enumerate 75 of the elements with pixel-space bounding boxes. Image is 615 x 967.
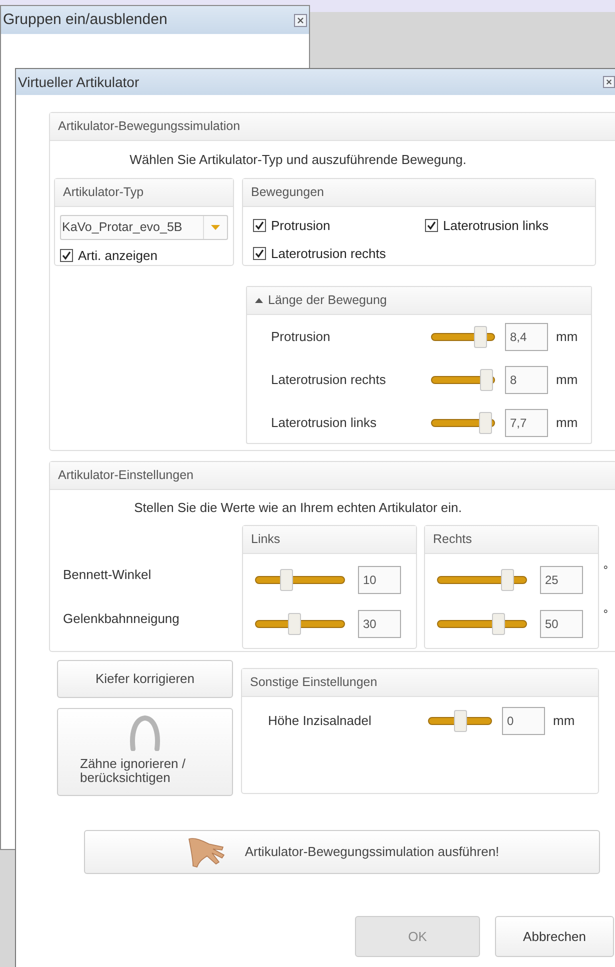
- checkmark-icon: [62, 250, 71, 260]
- unit-label: mm: [556, 370, 578, 389]
- slider-label: Laterotrusion links: [271, 414, 378, 432]
- group-title: Bewegungen: [251, 184, 324, 201]
- slider-track[interactable]: [428, 710, 492, 732]
- unit-label: °: [603, 562, 608, 578]
- dropdown-value: KaVo_Protar_evo_5B: [61, 218, 184, 236]
- window-title: Virtueller Artikulator: [18, 72, 140, 92]
- checkbox-label: Protrusion: [271, 216, 330, 234]
- slider-track[interactable]: [255, 569, 345, 591]
- dropdown[interactable]: KaVo_Protar_evo_5B: [60, 214, 228, 240]
- run-simulation-button[interactable]: Artikulator-Bewegungssimulation ausführen!: [84, 830, 600, 874]
- group-title: Rechts: [433, 531, 472, 548]
- checkbox-label: Laterotrusion links: [443, 216, 548, 234]
- slider-thumb[interactable]: [288, 613, 302, 635]
- group-title: Artikulator-Bewegungssimulation: [58, 118, 240, 136]
- slider-track[interactable]: [431, 326, 495, 348]
- slider-thumb[interactable]: [280, 569, 294, 591]
- checkbox-option[interactable]: Arti. anzeigen: [60, 246, 228, 265]
- number-field[interactable]: 7,7: [505, 408, 548, 436]
- group-title: Artikulator-Einstellungen: [58, 466, 194, 484]
- instruction-text: Wählen Sie Artikulator-Typ und auszuführende Bewegung.: [130, 151, 466, 169]
- checkbox-option[interactable]: Laterotrusion links: [425, 216, 595, 235]
- slider-label: Protrusion: [271, 328, 332, 346]
- checkbox-label: Laterotrusion rechts: [271, 245, 386, 263]
- number-field[interactable]: 8,4: [505, 322, 548, 350]
- setting-label: Gelenkbahnneigung: [63, 610, 180, 628]
- checkbox-option[interactable]: Protrusion: [253, 216, 425, 235]
- slider-thumb[interactable]: [492, 613, 506, 635]
- slider-thumb[interactable]: [480, 368, 493, 390]
- group-title: Artikulator-Typ: [63, 184, 144, 201]
- close-icon[interactable]: [294, 14, 307, 26]
- dialog-button[interactable]: Abbrechen: [495, 916, 614, 957]
- checkbox[interactable]: [253, 247, 266, 260]
- checkmark-icon: [255, 220, 264, 230]
- checkbox[interactable]: [425, 218, 438, 232]
- slider-track[interactable]: [431, 368, 495, 390]
- number-field[interactable]: 50: [540, 610, 583, 638]
- setting-label: Bennett-Winkel: [63, 566, 152, 584]
- slider-label: Höhe Inzisalnadel: [268, 712, 372, 730]
- slider-track[interactable]: [431, 412, 495, 434]
- close-icon[interactable]: [603, 76, 615, 88]
- checkbox[interactable]: [253, 218, 266, 232]
- number-field[interactable]: 8: [505, 366, 548, 394]
- group-title: Sonstige Einstellungen: [250, 674, 378, 692]
- collapse-arrow-icon[interactable]: [255, 298, 263, 302]
- instruction-text: Stellen Sie die Werte wie an Ihrem echten Artikulator ein.: [134, 498, 462, 516]
- action-button[interactable]: Zähne ignorieren / berücksichtigen: [57, 708, 233, 796]
- checkbox-label: Arti. anzeigen: [78, 246, 158, 265]
- checkmark-icon: [255, 249, 264, 258]
- teeth-arch-icon: [127, 715, 163, 751]
- slider-track[interactable]: [437, 613, 527, 635]
- unit-label: mm: [553, 712, 575, 730]
- slider-track[interactable]: [255, 613, 345, 635]
- number-field[interactable]: 0: [502, 707, 545, 735]
- action-button[interactable]: Kiefer korrigieren: [57, 660, 233, 698]
- unit-label: °: [603, 606, 608, 622]
- caret-icon: [211, 224, 220, 230]
- checkbox-option[interactable]: Laterotrusion rechts: [253, 244, 425, 264]
- slider-thumb[interactable]: [474, 326, 487, 348]
- unit-label: mm: [556, 328, 578, 346]
- unit-label: mm: [556, 414, 578, 432]
- number-field[interactable]: 10: [358, 566, 401, 594]
- slider-thumb[interactable]: [478, 412, 492, 434]
- group-title: Links: [251, 531, 280, 548]
- window-title: Gruppen ein/ausblenden: [3, 10, 168, 30]
- slider-thumb[interactable]: [454, 710, 466, 732]
- slider-track[interactable]: [437, 569, 527, 591]
- group-title: Länge der Bewegung: [268, 292, 387, 309]
- slider-label: Laterotrusion rechts: [271, 370, 387, 389]
- number-field[interactable]: 30: [358, 610, 401, 638]
- checkmark-icon: [427, 220, 436, 230]
- number-field[interactable]: 25: [540, 566, 583, 594]
- checkbox[interactable]: [60, 248, 73, 262]
- slider-thumb[interactable]: [500, 569, 514, 591]
